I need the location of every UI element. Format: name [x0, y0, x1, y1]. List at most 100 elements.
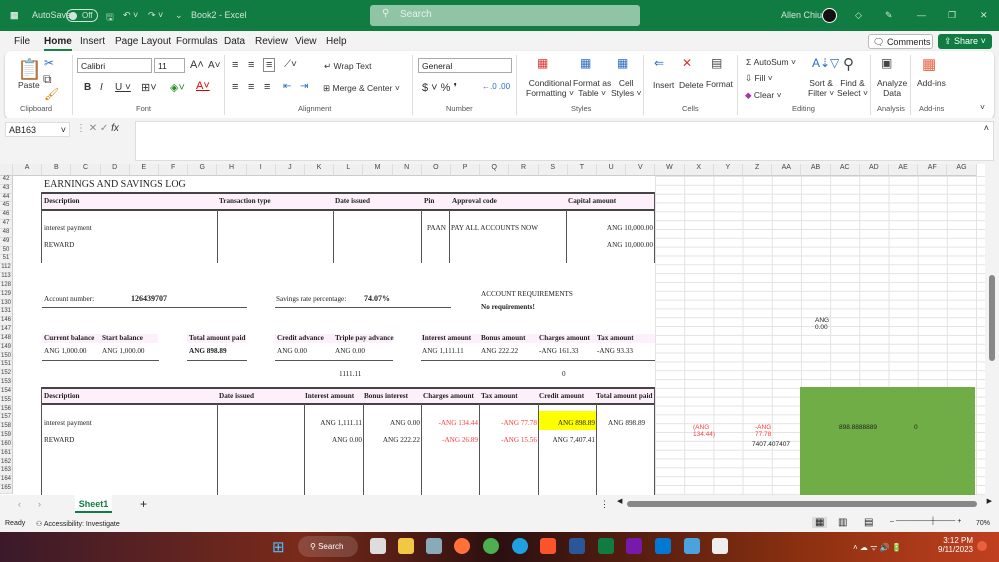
row-header[interactable]: 44: [0, 193, 13, 203]
row-header[interactable]: 42: [0, 176, 13, 185]
add-ins-button[interactable]: Add-ins: [917, 78, 946, 88]
analyze-data-icon[interactable]: ▣: [881, 56, 892, 70]
decimal-icons[interactable]: ←.0 .00: [482, 82, 510, 91]
row-header[interactable]: 149: [0, 343, 13, 353]
column-header[interactable]: AG: [947, 164, 977, 176]
underline-button[interactable]: U ˅: [115, 82, 131, 93]
wrap-text-button[interactable]: ↵ Wrap Text: [324, 61, 371, 72]
merge-center-button[interactable]: ⊞ Merge & Center ˅: [323, 83, 400, 94]
row-header[interactable]: 151: [0, 361, 13, 371]
collapse-formula-icon[interactable]: ˄: [984, 123, 989, 133]
tab-help[interactable]: Help: [326, 36, 347, 47]
row-header[interactable]: 154: [0, 387, 13, 397]
tab-view[interactable]: View: [295, 36, 317, 47]
sheet-tab-sheet1[interactable]: Sheet1: [75, 495, 112, 513]
t2-r1-description[interactable]: interest payment: [44, 419, 92, 427]
row-header[interactable]: 162: [0, 458, 13, 468]
cell-s152[interactable]: 0: [562, 370, 566, 378]
row-header[interactable]: 155: [0, 396, 13, 406]
format-cells-icon[interactable]: ▤: [711, 56, 722, 70]
edge-icon[interactable]: [512, 538, 528, 554]
t2-r2-description[interactable]: REWARD: [44, 436, 74, 444]
prev-sheet-icon[interactable]: ‹: [18, 499, 21, 509]
column-header[interactable]: O: [421, 164, 451, 176]
restore-button[interactable]: ❐: [948, 10, 956, 21]
row-header[interactable]: 46: [0, 211, 13, 221]
word-icon[interactable]: [569, 538, 585, 554]
file-explorer-icon[interactable]: [398, 538, 414, 554]
row-header[interactable]: 164: [0, 476, 13, 486]
vertical-scrollbar[interactable]: [985, 164, 999, 495]
column-header[interactable]: A: [13, 164, 43, 176]
brave-icon[interactable]: [540, 538, 556, 554]
savings-rate[interactable]: 74.07%: [364, 294, 390, 303]
column-header[interactable]: P: [451, 164, 481, 176]
tab-review[interactable]: Review: [255, 36, 288, 47]
tab-home[interactable]: Home: [44, 36, 72, 51]
cell-l152[interactable]: 1111.11: [339, 370, 361, 378]
increase-indent-icon[interactable]: ⇥: [300, 81, 308, 92]
conditional-formatting-icon[interactable]: ▦: [537, 56, 548, 70]
sort-filter-button[interactable]: Sort & Filter ˅: [808, 78, 834, 98]
column-header[interactable]: AC: [830, 164, 860, 176]
comments-button[interactable]: 🗨 Comments: [868, 34, 933, 49]
column-header[interactable]: K: [305, 164, 335, 176]
summary-value[interactable]: ANG 1,111.11: [422, 347, 464, 355]
horizontal-scroll-thumb[interactable]: [627, 501, 977, 507]
pen-icon[interactable]: ✎: [885, 10, 893, 21]
t1-r1-approval-code[interactable]: PAY ALL ACCOUNTS NOW: [451, 224, 538, 232]
paste-icon[interactable]: 📋: [17, 57, 42, 82]
borders-icon[interactable]: ⊞˅: [141, 81, 157, 94]
t2-r2-bonus[interactable]: ANG 222.22: [364, 436, 420, 444]
t2-r1-charges[interactable]: -ANG 134.44: [422, 419, 478, 427]
outlook-icon[interactable]: [655, 538, 671, 554]
sort-filter-icon[interactable]: A⇣▽: [812, 56, 839, 70]
name-box[interactable]: AB163 ˅: [5, 122, 70, 137]
summary-value[interactable]: ANG 0.00: [335, 347, 365, 355]
delete-button[interactable]: Delete: [679, 80, 704, 90]
align-right-icon[interactable]: ≡: [264, 81, 270, 93]
tab-file[interactable]: File: [14, 36, 30, 47]
row-header[interactable]: 160: [0, 440, 13, 450]
row-header[interactable]: 153: [0, 379, 13, 388]
scanner-app-icon[interactable]: [426, 538, 442, 554]
row-header[interactable]: 156: [0, 405, 13, 415]
page-break-view-icon[interactable]: ▤: [864, 517, 873, 528]
accessibility-status[interactable]: ⚇ Accessibility: Investigate: [36, 520, 120, 528]
format-as-table-button[interactable]: Format as Table ˅: [573, 78, 611, 98]
summary-value[interactable]: ANG 1,000.00: [102, 347, 145, 355]
tab-insert[interactable]: Insert: [80, 36, 105, 47]
normal-view-icon[interactable]: ▦: [812, 517, 828, 528]
row-header[interactable]: 130: [0, 299, 13, 309]
number-format-select[interactable]: General: [418, 58, 512, 73]
page-layout-view-icon[interactable]: ▥: [838, 517, 847, 528]
customize-qat-icon[interactable]: ⌄: [175, 10, 183, 21]
cell-x158[interactable]: (ANG 134.44): [693, 424, 715, 438]
column-header[interactable]: B: [42, 164, 72, 176]
summary-value[interactable]: ANG 1,000.00: [44, 347, 87, 355]
column-header[interactable]: S: [538, 164, 568, 176]
t1-r1-description[interactable]: interest payment: [44, 224, 92, 232]
tab-splitter[interactable]: ⋮: [600, 499, 609, 510]
add-ins-icon[interactable]: ▦: [922, 55, 936, 73]
copy-icon[interactable]: ⧉: [43, 72, 52, 87]
taskbar-search[interactable]: ⚲ Search: [298, 536, 358, 557]
row-header[interactable]: 112: [0, 264, 13, 274]
zoom-slider[interactable]: – ───────┼──── +: [890, 518, 961, 525]
t1-r1-pin[interactable]: PAAN: [427, 224, 446, 232]
column-header[interactable]: Z: [743, 164, 773, 176]
row-header[interactable]: 152: [0, 370, 13, 380]
increase-font-icon[interactable]: A˄: [190, 59, 204, 71]
vertical-scroll-thumb[interactable]: [989, 275, 995, 361]
row-header[interactable]: 147: [0, 326, 13, 335]
row-header[interactable]: 113: [0, 273, 13, 282]
decrease-font-icon[interactable]: A˅: [208, 60, 221, 71]
bold-button[interactable]: B: [84, 82, 91, 93]
row-header[interactable]: 49: [0, 237, 13, 247]
decrease-indent-icon[interactable]: ⇤: [283, 81, 291, 92]
notification-badge[interactable]: [977, 541, 987, 551]
close-button[interactable]: ✕: [980, 10, 988, 21]
t2-r1-interest[interactable]: ANG 1,111.11: [305, 419, 362, 427]
select-all[interactable]: [0, 164, 13, 176]
column-header[interactable]: W: [655, 164, 685, 176]
